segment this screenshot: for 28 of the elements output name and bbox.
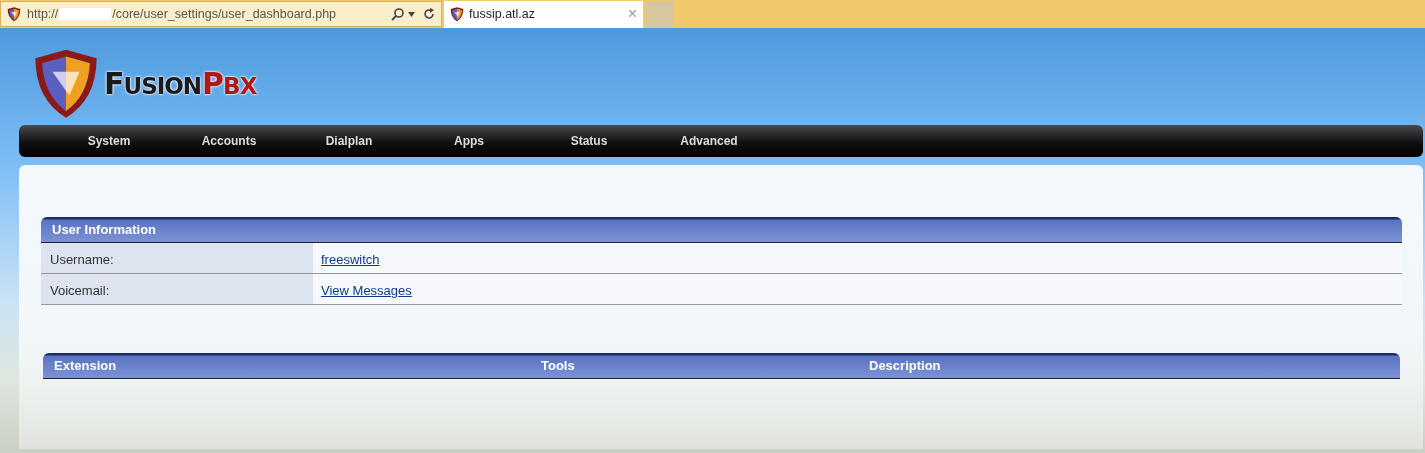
- menu-item[interactable]: Accounts: [169, 132, 289, 150]
- column-header: Extension: [53, 356, 118, 375]
- menu-item[interactable]: Advanced: [649, 132, 769, 150]
- value-link[interactable]: freeswitch: [321, 252, 380, 267]
- tab-title: fussip.atl.az: [469, 5, 535, 23]
- shield-logo-icon: [450, 6, 464, 22]
- field-label: Username:: [41, 243, 313, 273]
- shield-logo-icon: [32, 47, 100, 120]
- refresh-icon[interactable]: [423, 8, 435, 20]
- field-label: Voicemail:: [41, 274, 313, 304]
- logo-text: FUSION: [104, 65, 202, 103]
- url-text: http://: [27, 5, 59, 23]
- column-header: Tools: [541, 356, 576, 375]
- url-text: /core/user_settings/user_dashboard.php: [112, 5, 337, 23]
- shield-logo-icon: [7, 6, 21, 22]
- table-header: User Information: [41, 217, 1402, 243]
- logo-text: PBX: [202, 65, 257, 103]
- address-bar[interactable]: http:// /core/user_settings/user_dashboard.php: [0, 1, 442, 27]
- menu-item[interactable]: System: [49, 132, 169, 150]
- value-link[interactable]: View Messages: [321, 283, 412, 298]
- menu-item[interactable]: Dialplan: [289, 132, 409, 150]
- menu-item[interactable]: Apps: [409, 132, 529, 150]
- dropdown-caret-icon[interactable]: [408, 11, 415, 17]
- browser-tab[interactable]: fussip.atl.az ×: [444, 0, 643, 28]
- menu-item[interactable]: Status: [529, 132, 649, 150]
- search-icon[interactable]: [391, 7, 404, 21]
- redacted-block: [59, 8, 112, 20]
- column-header: Description: [869, 356, 941, 375]
